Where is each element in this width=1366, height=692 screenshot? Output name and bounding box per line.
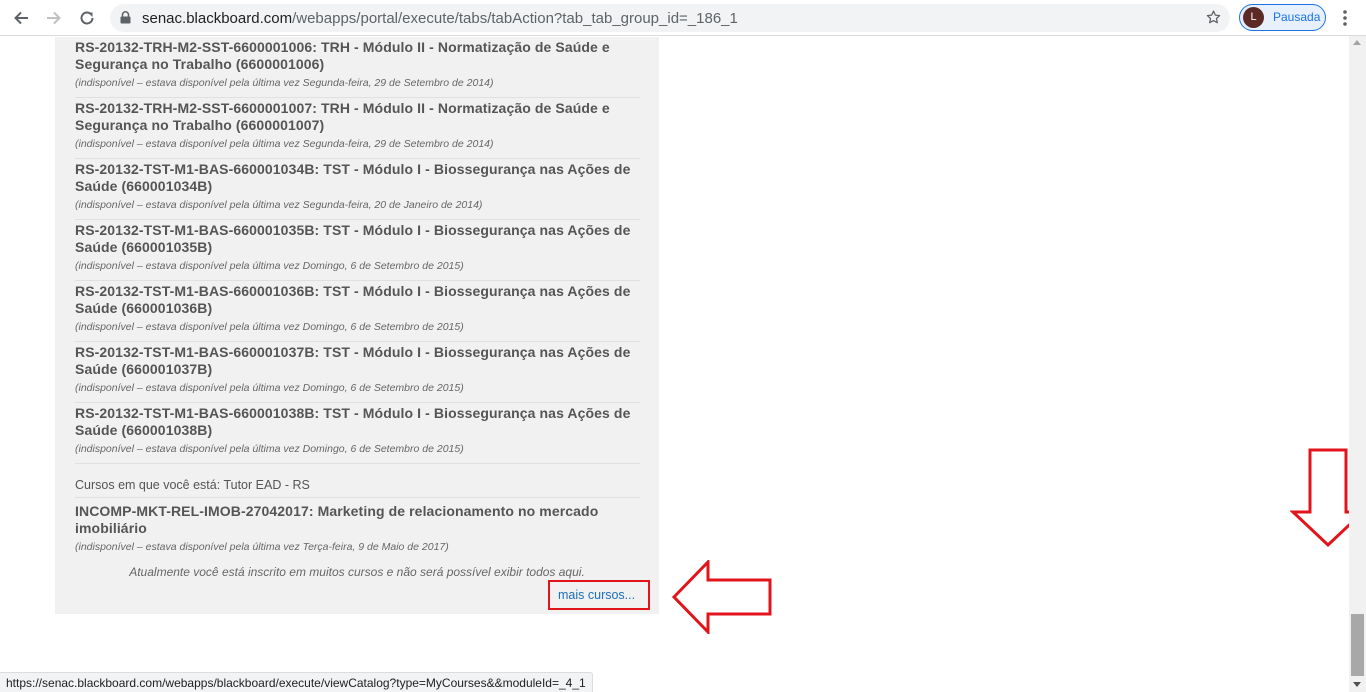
- more-courses-link[interactable]: mais cursos...: [558, 588, 635, 602]
- course-link[interactable]: RS-20132-TST-M1-BAS-660001036B: TST - Mó…: [75, 283, 640, 316]
- list-item: RS-20132-TRH-M2-SST-6600001006: TRH - Mó…: [75, 37, 640, 98]
- bookmark-star-icon[interactable]: [1205, 9, 1222, 31]
- list-item: RS-20132-TRH-M2-SST-6600001007: TRH - Mó…: [75, 98, 640, 159]
- course-list: RS-20132-TRH-M2-SST-6600001006: TRH - Mó…: [75, 37, 640, 464]
- course-link[interactable]: RS-20132-TRH-M2-SST-6600001007: TRH - Mó…: [75, 100, 640, 133]
- address-bar[interactable]: senac.blackboard.com/webapps/portal/exec…: [110, 4, 1230, 32]
- list-item: INCOMP-MKT-REL-IMOB-27042017: Marketing …: [75, 503, 640, 554]
- notice-text: Atualmente você está inscrito em muitos …: [129, 565, 585, 579]
- course-status: (indisponível – estava disponível pela ú…: [75, 199, 483, 211]
- reload-icon[interactable]: [74, 5, 100, 31]
- course-link[interactable]: RS-20132-TRH-M2-SST-6600001006: TRH - Mó…: [75, 39, 640, 72]
- list-item: RS-20132-TST-M1-BAS-660001034B: TST - Mó…: [75, 159, 640, 220]
- list-item: RS-20132-TST-M1-BAS-660001037B: TST - Mó…: [75, 342, 640, 403]
- course-status: (indisponível – estava disponível pela ú…: [75, 382, 464, 394]
- url-text: senac.blackboard.com/webapps/portal/exec…: [142, 10, 738, 27]
- link-status-bar: https://senac.blackboard.com/webapps/bla…: [0, 672, 593, 692]
- divider: [75, 497, 640, 498]
- avatar: L: [1243, 7, 1264, 28]
- more-options-icon[interactable]: [1336, 6, 1354, 30]
- list-item: RS-20132-TST-M1-BAS-660001038B: TST - Mó…: [75, 403, 640, 464]
- course-status: (indisponível – estava disponível pela ú…: [75, 541, 449, 553]
- scroll-up-icon[interactable]: [1353, 40, 1361, 45]
- scroll-thumb[interactable]: [1351, 614, 1364, 676]
- page-scrollbar[interactable]: [1349, 36, 1366, 692]
- lock-icon: [120, 11, 131, 29]
- course-status: (indisponível – estava disponível pela ú…: [75, 77, 494, 89]
- profile-status-label: Pausada: [1273, 10, 1321, 24]
- browser-toolbar: senac.blackboard.com/webapps/portal/exec…: [0, 0, 1366, 36]
- course-link[interactable]: INCOMP-MKT-REL-IMOB-27042017: Marketing …: [75, 503, 640, 536]
- list-item: RS-20132-TST-M1-BAS-660001035B: TST - Mó…: [75, 220, 640, 281]
- profile-button[interactable]: L Pausada: [1239, 4, 1326, 31]
- course-link[interactable]: RS-20132-TST-M1-BAS-660001035B: TST - Mó…: [75, 222, 640, 255]
- course-status: (indisponível – estava disponível pela ú…: [75, 443, 464, 455]
- forward-icon[interactable]: [41, 5, 67, 31]
- course-status: (indisponível – estava disponível pela ú…: [75, 260, 464, 272]
- course-status: (indisponível – estava disponível pela ú…: [75, 138, 494, 150]
- list-item: RS-20132-TST-M1-BAS-660001036B: TST - Mó…: [75, 281, 640, 342]
- back-icon[interactable]: [8, 5, 34, 31]
- my-courses-module: RS-20132-TRH-M2-SST-6600001006: TRH - Mó…: [55, 37, 659, 614]
- highlight-box: mais cursos...: [548, 580, 650, 610]
- annotation-arrow-left-icon: [672, 560, 772, 634]
- course-link[interactable]: RS-20132-TST-M1-BAS-660001037B: TST - Mó…: [75, 344, 640, 377]
- course-link[interactable]: RS-20132-TST-M1-BAS-660001034B: TST - Mó…: [75, 161, 640, 194]
- course-link[interactable]: RS-20132-TST-M1-BAS-660001038B: TST - Mó…: [75, 405, 640, 438]
- course-status: (indisponível – estava disponível pela ú…: [75, 321, 464, 333]
- scroll-down-icon[interactable]: [1353, 682, 1361, 687]
- section-label-tutor: Cursos em que você está: Tutor EAD - RS: [75, 478, 310, 492]
